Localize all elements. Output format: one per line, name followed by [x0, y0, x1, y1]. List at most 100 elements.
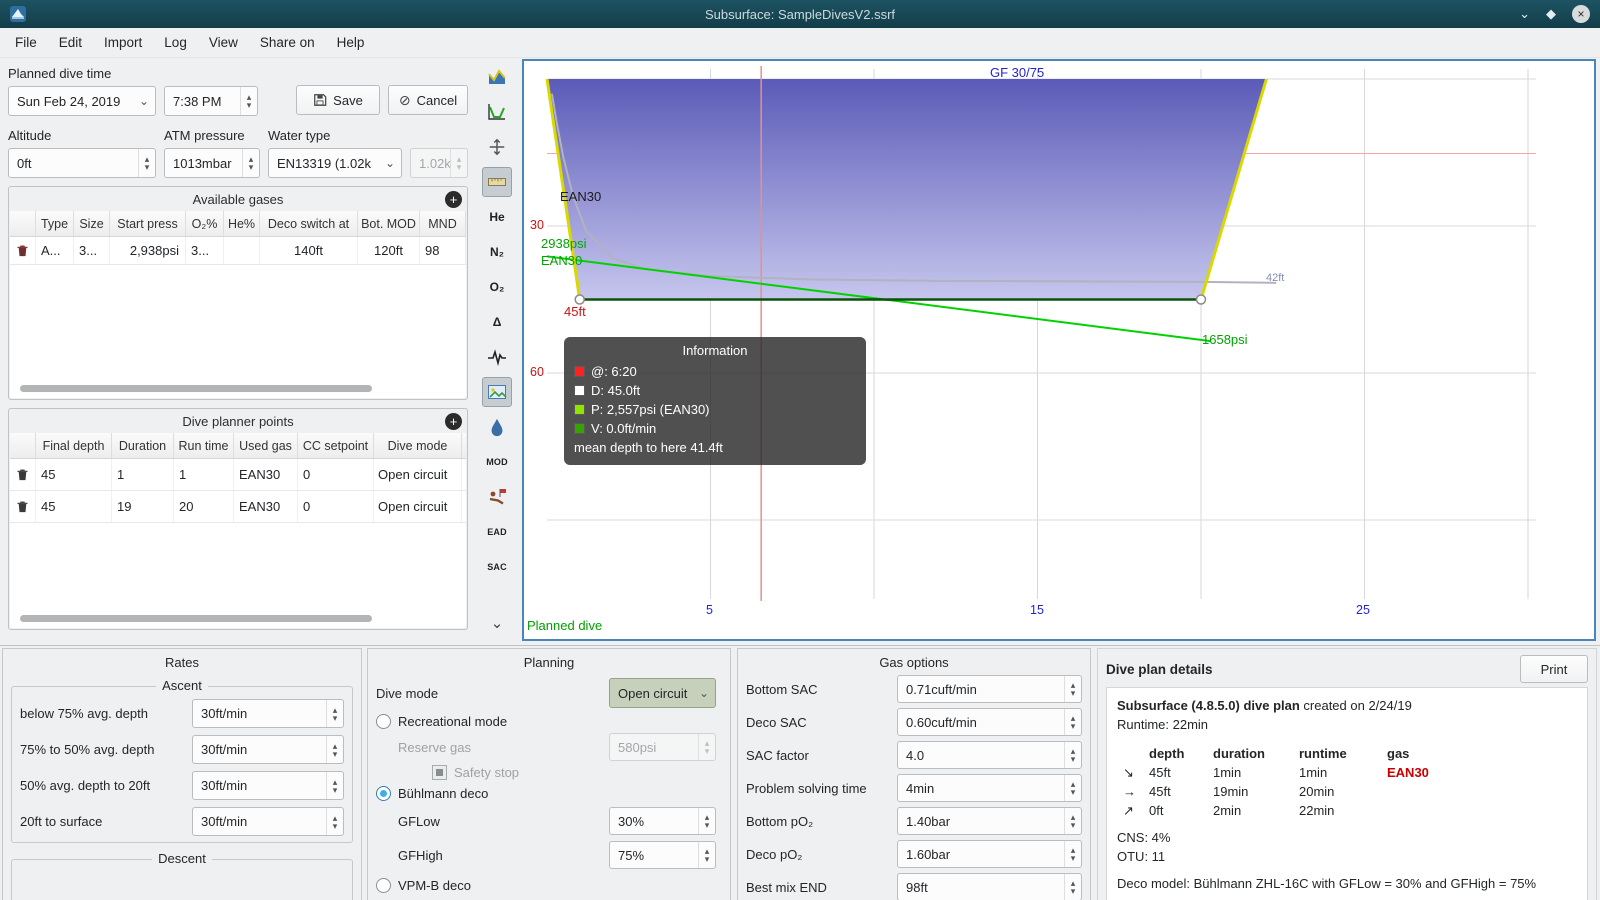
column-o2[interactable]: O₂%	[186, 211, 224, 236]
spin-down-icon[interactable]: ▾	[333, 785, 338, 794]
spinner-arrows[interactable]: ▴ ▾	[1064, 841, 1081, 867]
atm-pressure-spinner[interactable]: 1013mbar ▴ ▾	[164, 148, 260, 178]
spinner-arrows[interactable]: ▴ ▾	[1064, 808, 1081, 834]
delete-gas-icon[interactable]	[15, 243, 30, 258]
table-cell[interactable]: EAN30	[234, 459, 298, 490]
deco-po2-spinner[interactable]: 1.60bar ▴ ▾	[897, 840, 1082, 868]
column-bot-mod[interactable]: Bot. MOD	[358, 211, 420, 236]
spinner-arrows[interactable]: ▴ ▾	[326, 700, 343, 727]
column-dive-mode[interactable]: Dive mode	[374, 433, 462, 458]
spinner-arrows[interactable]: ▴ ▾	[240, 87, 257, 115]
table-cell[interactable]: Open circuit	[374, 459, 462, 490]
bottom-po2-spinner[interactable]: 1.40bar ▴ ▾	[897, 807, 1082, 835]
table-cell[interactable]: 2,938psi	[110, 237, 186, 264]
column-he[interactable]: He%	[224, 211, 260, 236]
column-mnd[interactable]: MND	[420, 211, 466, 236]
cancel-button[interactable]: ⊘ Cancel	[388, 85, 468, 115]
more-tools-icon[interactable]: ⌄	[482, 608, 512, 638]
ascent-rate-20ft-spinner[interactable]: 30ft/min ▴ ▾	[192, 771, 344, 800]
pp-oxygen-icon[interactable]: O₂	[482, 272, 512, 302]
maximize-button[interactable]: ◆	[1546, 6, 1556, 22]
column-type[interactable]: Type	[36, 211, 74, 236]
spin-down-icon[interactable]: ▾	[1071, 821, 1076, 830]
table-cell[interactable]: 140ft	[260, 237, 358, 264]
heart-rate-icon[interactable]	[482, 342, 512, 372]
table-cell[interactable]: 3...	[74, 237, 110, 264]
profile-graph-icon[interactable]	[482, 97, 512, 127]
spin-down-icon[interactable]: ▾	[1071, 854, 1076, 863]
dive-profile-chart[interactable]: GF 30/75 EAN30 2938psi EAN30 45ft 1658ps…	[522, 59, 1596, 641]
delete-point-icon[interactable]	[15, 499, 30, 514]
spinner-arrows[interactable]: ▴ ▾	[698, 842, 715, 868]
table-cell[interactable]: 98	[420, 237, 466, 264]
table-cell[interactable]: Open circuit	[374, 491, 462, 522]
gas-table-row[interactable]: A... 3... 2,938psi 3... 140ft 120ft 98	[10, 237, 466, 265]
ascent-rate-50-spinner[interactable]: 30ft/min ▴ ▾	[192, 735, 344, 764]
water-type-select[interactable]: EN13319 (1.02k ⌄	[268, 148, 402, 178]
spinner-arrows[interactable]: ▴ ▾	[242, 149, 259, 177]
table-cell[interactable]: A...	[36, 237, 74, 264]
menu-view[interactable]: View	[198, 30, 249, 55]
spinner-arrows[interactable]: ▴ ▾	[1064, 709, 1081, 735]
gflow-spinner[interactable]: 30% ▴ ▾	[609, 807, 716, 835]
deco-sac-spinner[interactable]: 0.60cuft/min ▴ ▾	[897, 708, 1082, 736]
delete-point-icon[interactable]	[15, 467, 30, 482]
table-cell[interactable]: 1	[112, 459, 174, 490]
menu-edit[interactable]: Edit	[48, 30, 93, 55]
ruler-icon[interactable]	[482, 167, 512, 197]
column-start-press[interactable]: Start press	[110, 211, 186, 236]
spinner-arrows[interactable]: ▴ ▾	[1064, 775, 1081, 801]
add-point-button[interactable]: +	[445, 413, 462, 430]
spin-down-icon[interactable]: ▾	[247, 101, 252, 110]
dive-mode-select[interactable]: Open circuit ⌄	[609, 678, 716, 708]
ascent-rate-surface-spinner[interactable]: 30ft/min ▴ ▾	[192, 807, 344, 836]
table-cell[interactable]: 20	[174, 491, 234, 522]
vpmb-deco-radio[interactable]: VPM-B deco	[368, 878, 730, 893]
planner-point-row[interactable]: 45 19 20 EAN30 0 Open circuit	[10, 491, 466, 523]
dive-time-spinner[interactable]: 7:38 PM ▴ ▾	[164, 86, 258, 116]
spinner-arrows[interactable]: ▴ ▾	[326, 736, 343, 763]
spinner-arrows[interactable]: ▴ ▾	[1064, 742, 1081, 768]
pp-nitrogen-icon[interactable]: N₂	[482, 237, 512, 267]
table-cell[interactable]	[224, 237, 260, 264]
planner-point-row[interactable]: 45 1 1 EAN30 0 Open circuit	[10, 459, 466, 491]
spin-down-icon[interactable]: ▾	[705, 821, 710, 830]
sac-factor-spinner[interactable]: 4.0 ▴ ▾	[897, 741, 1082, 769]
horizontal-scrollbar[interactable]	[20, 385, 372, 392]
ead-icon[interactable]: EAD	[482, 517, 512, 547]
sac-icon[interactable]: SAC	[482, 552, 512, 582]
menu-log[interactable]: Log	[153, 30, 198, 55]
save-button[interactable]: Save	[296, 85, 380, 115]
diver-icon[interactable]	[482, 482, 512, 512]
spin-down-icon[interactable]: ▾	[333, 713, 338, 722]
show-pictures-icon[interactable]	[482, 377, 512, 407]
table-cell[interactable]: EAN30	[234, 491, 298, 522]
spin-down-icon[interactable]: ▾	[1071, 689, 1076, 698]
pp-helium-icon[interactable]: He	[482, 202, 512, 232]
profile-appearance-icon[interactable]	[482, 62, 512, 92]
add-gas-button[interactable]: +	[445, 191, 462, 208]
spin-down-icon[interactable]: ▾	[145, 163, 150, 172]
bottom-sac-spinner[interactable]: 0.71cuft/min ▴ ▾	[897, 675, 1082, 703]
menu-help[interactable]: Help	[326, 30, 376, 55]
titlebar[interactable]: Subsurface: SampleDivesV2.ssrf ⌄ ◆ ×	[0, 0, 1600, 28]
spin-down-icon[interactable]: ▾	[705, 855, 710, 864]
salinity-drop-icon[interactable]	[482, 412, 512, 442]
ceiling-delta-icon[interactable]: Δ	[482, 307, 512, 337]
scale-icon[interactable]	[482, 132, 512, 162]
column-cc-setpoint[interactable]: CC setpoint	[298, 433, 374, 458]
gfhigh-spinner[interactable]: 75% ▴ ▾	[609, 841, 716, 869]
menu-import[interactable]: Import	[93, 30, 153, 55]
menu-share-on[interactable]: Share on	[249, 30, 326, 55]
column-duration[interactable]: Duration	[112, 433, 174, 458]
mod-icon[interactable]: MOD	[482, 447, 512, 477]
spin-down-icon[interactable]: ▾	[249, 163, 254, 172]
best-mix-end-spinner[interactable]: 98ft ▴ ▾	[897, 873, 1082, 900]
buhlmann-deco-radio[interactable]: Bühlmann deco	[368, 786, 730, 801]
table-cell[interactable]: 19	[112, 491, 174, 522]
column-final-depth[interactable]: Final depth	[36, 433, 112, 458]
horizontal-scrollbar[interactable]	[20, 615, 372, 622]
table-cell[interactable]: 1	[174, 459, 234, 490]
table-cell[interactable]: 3...	[186, 237, 224, 264]
table-cell[interactable]: 45	[36, 491, 112, 522]
